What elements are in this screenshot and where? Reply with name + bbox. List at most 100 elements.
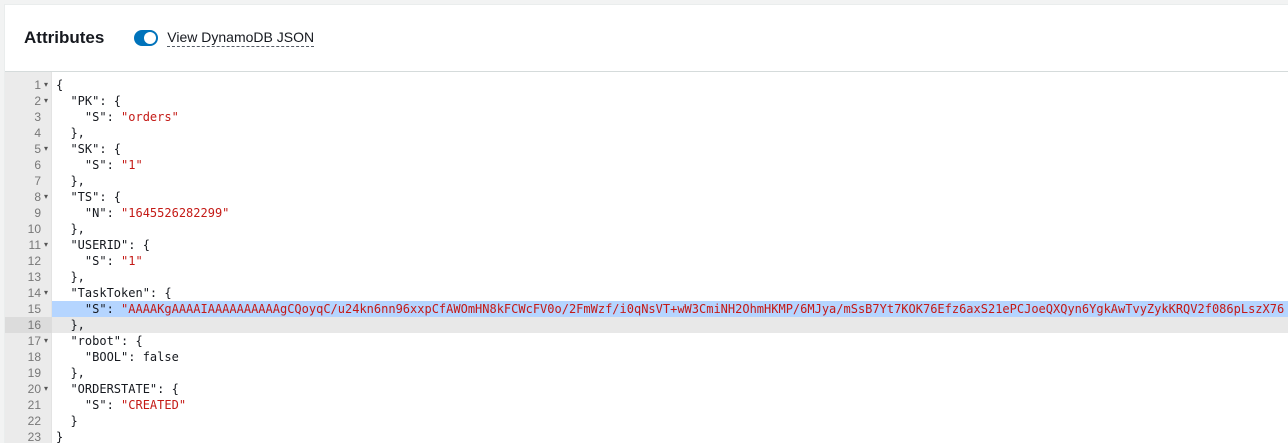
caret-down-icon[interactable]: ▾ [44, 237, 48, 253]
code-line[interactable]: 4 }, [5, 125, 1288, 141]
json-punctuation: }, [56, 318, 85, 332]
json-punctuation: "TaskToken": { [56, 286, 172, 300]
caret-down-icon[interactable]: ▾ [44, 189, 48, 205]
json-punctuation: "USERID": { [56, 238, 150, 252]
code-text: } [56, 429, 63, 443]
json-punctuation: "S": [56, 110, 122, 124]
line-number: 4 [34, 126, 41, 140]
code-line[interactable]: 2 ▾ "PK": { [5, 93, 1288, 109]
active-line-highlight [52, 317, 1288, 333]
json-punctuation: }, [56, 270, 85, 284]
line-number: 3 [34, 110, 41, 124]
toggle-switch[interactable] [134, 30, 159, 46]
code-line[interactable]: 13 }, [5, 269, 1288, 285]
json-punctuation: "PK": { [56, 94, 122, 108]
code-text: "S": "1" [56, 157, 143, 173]
code-text: "PK": { [56, 93, 121, 109]
code-line[interactable]: 19 }, [5, 365, 1288, 381]
code-area[interactable]: 1 ▾{2 ▾ "PK": {3 "S": "orders" 4 }, 5 ▾ "SK":… [5, 77, 1288, 443]
view-dynamodb-json-toggle[interactable]: View DynamoDB JSON [134, 29, 315, 47]
code-text: "S": "AAAAKgAAAAIAAAAAAAAAAgCQoyqC/u24kn… [56, 301, 1284, 317]
line-number: 7 [34, 174, 41, 188]
caret-down-icon[interactable]: ▾ [44, 93, 48, 109]
code-text: "SK": { [56, 141, 121, 157]
code-line[interactable]: 1 ▾ { [5, 77, 1288, 93]
line-number: 10 [27, 222, 41, 236]
code-line[interactable]: 21 "S": "CREATED" [5, 397, 1288, 413]
code-line[interactable]: 14 ▾ "TaskToken": { [5, 285, 1288, 301]
code-line[interactable]: 7 }, [5, 173, 1288, 189]
code-line[interactable]: 15 "S": "AAAAKgAAAAIAAAAAAAAAAgCQoyqC/u2… [5, 301, 1288, 317]
json-punctuation: "SK": { [56, 142, 122, 156]
code-text: "robot": { [56, 333, 143, 349]
line-number: 14 [27, 286, 41, 300]
code-line[interactable]: 8 ▾ "TS": { [5, 189, 1288, 205]
code-text: "S": "CREATED" [56, 397, 186, 413]
panel-title: Attributes [24, 28, 105, 47]
line-number: 1 [34, 78, 41, 92]
code-line[interactable]: 6 "S": "1" [5, 157, 1288, 173]
json-editor[interactable]: 1 ▾{2 ▾ "PK": {3 "S": "orders" 4 }, 5 ▾ "SK":… [5, 72, 1288, 443]
json-string: "orders" [121, 110, 179, 124]
toggle-label[interactable]: View DynamoDB JSON [167, 29, 315, 47]
code-line[interactable]: 17 ▾ "robot": { [5, 333, 1288, 349]
line-number: 5 [34, 142, 41, 156]
code-text: "BOOL": false [56, 349, 179, 365]
json-punctuation: }, [56, 366, 85, 380]
json-punctuation: "S": [56, 254, 122, 268]
caret-down-icon[interactable]: ▾ [44, 285, 48, 301]
code-line[interactable]: 16 }, [5, 317, 1288, 333]
json-punctuation: } [56, 430, 64, 443]
caret-down-icon[interactable]: ▾ [44, 381, 48, 397]
json-string: "1645526282299" [121, 206, 230, 220]
json-punctuation: } [56, 414, 78, 428]
code-line[interactable]: 20 ▾ "ORDERSTATE": { [5, 381, 1288, 397]
json-punctuation: "S": [56, 302, 122, 316]
line-number: 17 [27, 334, 41, 348]
line-number: 8 [34, 190, 41, 204]
code-line[interactable]: 23} [5, 429, 1288, 443]
line-number: 23 [27, 430, 41, 443]
json-punctuation: "robot": { [56, 334, 143, 348]
line-number: 18 [27, 350, 41, 364]
json-punctuation: { [56, 78, 64, 92]
code-text: }, [56, 317, 85, 333]
line-number: 12 [27, 254, 41, 268]
json-string: "1" [121, 254, 143, 268]
code-line[interactable]: 9 "N": "1645526282299" [5, 205, 1288, 221]
caret-down-icon[interactable]: ▾ [44, 141, 48, 157]
code-text: } [56, 413, 78, 429]
panel-header: Attributes View DynamoDB JSON [5, 5, 1288, 72]
code-text: "ORDERSTATE": { [56, 381, 178, 397]
code-text: { [56, 77, 63, 93]
json-punctuation: "N": [56, 206, 122, 220]
code-text: "S": "orders" [56, 109, 179, 125]
line-number: 11 [28, 238, 41, 252]
line-number: 9 [34, 206, 41, 220]
code-line[interactable]: 3 "S": "orders" [5, 109, 1288, 125]
json-punctuation: }, [56, 174, 85, 188]
code-line[interactable]: 11 ▾ "USERID": { [5, 237, 1288, 253]
caret-down-icon[interactable]: ▾ [44, 77, 48, 93]
code-text: }, [56, 221, 85, 237]
line-number: 21 [27, 398, 41, 412]
caret-down-icon[interactable]: ▾ [44, 333, 48, 349]
code-line[interactable]: 12 "S": "1" [5, 253, 1288, 269]
line-number: 16 [27, 318, 41, 332]
code-text: }, [56, 125, 84, 141]
json-punctuation: "S": [56, 158, 122, 172]
line-number: 2 [34, 94, 41, 108]
code-line[interactable]: 18 "BOOL": false [5, 349, 1288, 365]
line-number: 19 [27, 366, 41, 380]
code-text: }, [56, 269, 85, 285]
code-line[interactable]: 5 ▾ "SK": { [5, 141, 1288, 157]
json-punctuation: }, [56, 222, 85, 236]
code-line[interactable]: 22 } [5, 413, 1288, 429]
json-punctuation: "TS": { [56, 190, 122, 204]
code-text: "S": "1" [56, 253, 143, 269]
code-line[interactable]: 10 }, [5, 221, 1288, 237]
code-text: "TaskToken": { [56, 285, 172, 301]
json-punctuation: "S": [56, 398, 122, 412]
toggle-knob [144, 32, 157, 44]
line-number: 20 [27, 382, 41, 396]
